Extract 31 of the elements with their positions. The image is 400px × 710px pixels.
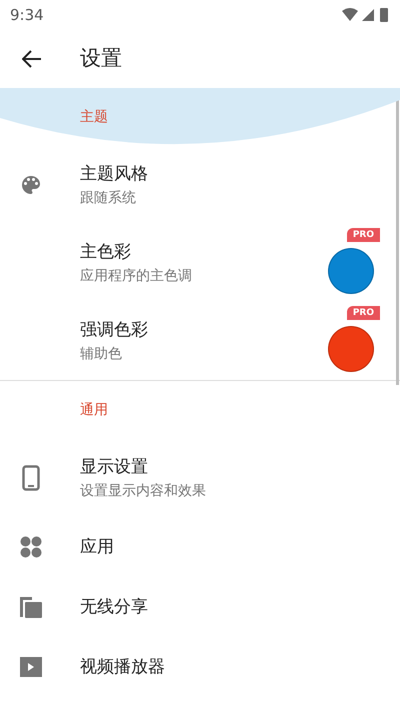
item-title: 主色彩 (80, 241, 132, 264)
status-time: 9:34 (10, 4, 44, 26)
palette-icon (19, 173, 43, 197)
settings-item[interactable]: 显示设置 设置显示内容和效果 (0, 439, 400, 517)
status-icons (342, 7, 390, 23)
item-subtitle: 辅助色 (80, 345, 123, 364)
phone-icon (22, 465, 40, 491)
item-title: 应用 (80, 536, 115, 559)
item-title: 视频播放器 (80, 656, 166, 679)
item-title: 主题风格 (80, 163, 149, 186)
item-subtitle: 设置显示内容和效果 (80, 482, 207, 501)
settings-item[interactable]: 主色彩 应用程序的主色调 PRO (0, 224, 400, 302)
item-subtitle: 应用程序的主色调 (80, 267, 193, 286)
item-title: 强调色彩 (80, 319, 149, 342)
settings-item[interactable]: 应用 (0, 517, 400, 577)
play-icon (20, 657, 42, 677)
settings-item[interactable]: 强调色彩 辅助色 PRO (0, 302, 400, 380)
screen-title: 设置 (80, 45, 122, 72)
devices-icon (20, 596, 42, 618)
item-title: 无线分享 (80, 596, 149, 619)
settings-item[interactable]: 无线分享 (0, 577, 400, 637)
apps-icon (20, 536, 42, 558)
section-header: 主题 (80, 108, 108, 126)
settings-item[interactable]: 主题风格 跟随系统 (0, 146, 400, 224)
pro-badge: PRO (346, 306, 380, 320)
item-title: 显示设置 (80, 456, 149, 479)
back-arrow-icon (22, 50, 42, 68)
section-header: 通用 (80, 400, 108, 420)
item-subtitle: 跟随系统 (80, 189, 137, 208)
pro-badge: PRO (346, 228, 380, 242)
settings-item[interactable]: 视频播放器 (0, 637, 400, 697)
